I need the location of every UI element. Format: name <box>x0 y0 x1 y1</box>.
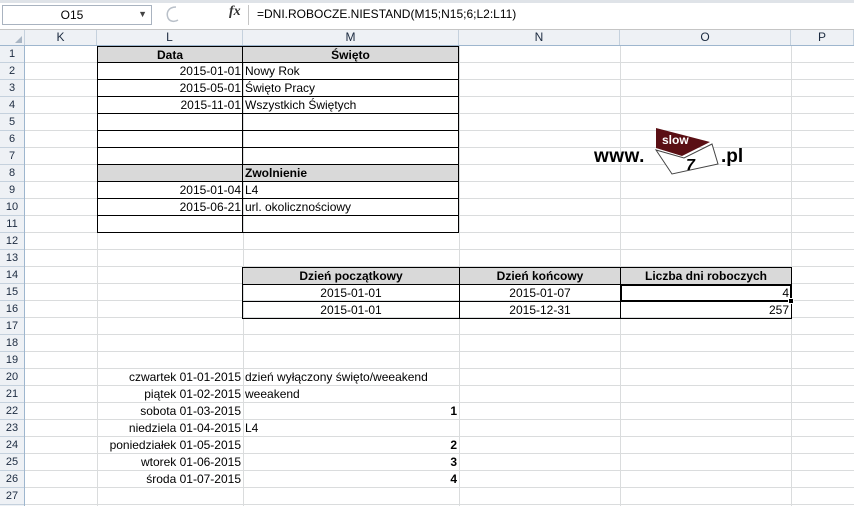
logo-number: 7 <box>686 157 696 174</box>
leave-date-header[interactable] <box>97 164 243 182</box>
calendar-day[interactable]: sobota 01-03-2015 <box>26 403 243 420</box>
column-headers: K L M N O P <box>0 30 854 46</box>
holiday-date[interactable]: 2015-01-01 <box>97 63 243 80</box>
holidays-date-header[interactable]: Data <box>97 46 243 63</box>
leave-date[interactable]: 2015-06-21 <box>97 199 243 216</box>
row-header[interactable]: 22 <box>0 403 24 420</box>
row-header[interactable]: 5 <box>0 114 24 131</box>
logo-top-text: slow <box>662 133 689 147</box>
column-header-n[interactable]: N <box>459 30 620 45</box>
row-header[interactable]: 1 <box>0 46 24 63</box>
calendar-day[interactable]: środa 01-07-2015 <box>26 471 243 488</box>
calendar-day[interactable]: czwartek 01-01-2015 <box>26 369 243 386</box>
logo-mark-icon: slow 7 <box>654 128 719 175</box>
row-header[interactable]: 20 <box>0 369 24 386</box>
holiday-name[interactable]: Nowy Rok <box>243 63 459 80</box>
insert-function-icon[interactable]: fx <box>229 4 241 20</box>
logo-suffix: .pl <box>721 146 744 167</box>
leave-header[interactable]: Zwolnienie <box>242 164 459 182</box>
calendar-value[interactable]: L4 <box>243 420 459 437</box>
row-header[interactable]: 4 <box>0 97 24 114</box>
formula-bar: O15 ▼ fx =DNI.ROBOCZE.NIESTAND(M15;N15;6… <box>0 0 854 30</box>
holidays-name-header[interactable]: Święto <box>242 46 459 63</box>
workdays-count[interactable]: 257 <box>621 302 791 319</box>
active-cell[interactable] <box>620 284 792 302</box>
calendar-value[interactable]: 3 <box>243 454 459 471</box>
row-headers: 1 2 3 4 5 6 7 8 9 10 11 12 13 14 15 16 1… <box>0 46 25 506</box>
column-header-m[interactable]: M <box>243 30 459 45</box>
holiday-date[interactable]: 2015-11-01 <box>97 97 243 114</box>
row-header[interactable]: 15 <box>0 284 24 301</box>
workdays-end[interactable]: 2015-01-07 <box>460 285 620 302</box>
row-header[interactable]: 19 <box>0 352 24 369</box>
column-header-p[interactable]: P <box>791 30 854 45</box>
row-header[interactable]: 26 <box>0 471 24 488</box>
row-header[interactable]: 11 <box>0 216 24 233</box>
holiday-date[interactable]: 2015-05-01 <box>97 80 243 97</box>
workdays-start[interactable]: 2015-01-01 <box>243 285 459 302</box>
calendar-day[interactable]: poniedziałek 01-05-2015 <box>26 437 243 454</box>
logo-prefix: www. <box>594 146 645 167</box>
workdays-header-start[interactable]: Dzień początkowy <box>242 267 460 285</box>
row-header[interactable]: 2 <box>0 63 24 80</box>
column-header-k[interactable]: K <box>25 30 97 45</box>
row-header[interactable]: 27 <box>0 488 24 505</box>
row-header[interactable]: 24 <box>0 437 24 454</box>
calendar-day[interactable]: wtorek 01-06-2015 <box>26 454 243 471</box>
select-all-corner[interactable] <box>0 30 25 45</box>
holiday-name[interactable]: Święto Pracy <box>243 80 459 97</box>
row-header[interactable]: 3 <box>0 80 24 97</box>
row-header[interactable]: 7 <box>0 148 24 165</box>
row-header[interactable]: 21 <box>0 386 24 403</box>
row-header[interactable]: 14 <box>0 267 24 284</box>
workdays-start[interactable]: 2015-01-01 <box>243 302 459 319</box>
formula-cancel-icon <box>166 6 179 23</box>
workdays-end[interactable]: 2015-12-31 <box>460 302 620 319</box>
fill-handle[interactable] <box>788 298 794 304</box>
row-header[interactable]: 23 <box>0 420 24 437</box>
chevron-down-icon[interactable]: ▼ <box>138 9 147 19</box>
row-header[interactable]: 13 <box>0 250 24 267</box>
row-header[interactable]: 17 <box>0 318 24 335</box>
name-box[interactable]: O15 ▼ <box>2 5 152 25</box>
slow7-logo: www. slow 7 .pl <box>594 124 754 180</box>
calendar-value[interactable]: weeakend <box>243 386 459 403</box>
row-header[interactable]: 16 <box>0 301 24 318</box>
calendar-value[interactable]: 1 <box>243 403 459 420</box>
workdays-header-end[interactable]: Dzień końcowy <box>459 267 621 285</box>
column-header-o[interactable]: O <box>620 30 791 45</box>
row-header[interactable]: 10 <box>0 199 24 216</box>
row-header[interactable]: 18 <box>0 335 24 352</box>
row-header[interactable]: 9 <box>0 182 24 199</box>
ribbon-edge <box>0 0 854 3</box>
calendar-value[interactable]: 2 <box>243 437 459 454</box>
leave-name[interactable]: url. okolicznościowy <box>243 199 459 216</box>
name-box-value: O15 <box>60 8 84 22</box>
row-header[interactable]: 25 <box>0 454 24 471</box>
leave-name[interactable]: L4 <box>243 182 459 199</box>
workdays-header-count[interactable]: Liczba dni roboczych <box>620 267 792 285</box>
row-header[interactable]: 6 <box>0 131 24 148</box>
calendar-value[interactable]: 4 <box>243 471 459 488</box>
leave-date[interactable]: 2015-01-04 <box>97 182 243 199</box>
calendar-day[interactable]: niedziela 01-04-2015 <box>26 420 243 437</box>
formula-input[interactable]: =DNI.ROBOCZE.NIESTAND(M15;N15;6;L2:L11) <box>248 5 854 25</box>
holiday-name[interactable]: Wszystkich Świętych <box>243 97 459 114</box>
calendar-day[interactable]: piątek 01-02-2015 <box>26 386 243 403</box>
column-header-l[interactable]: L <box>97 30 243 45</box>
row-header[interactable]: 8 <box>0 165 24 182</box>
row-header[interactable]: 12 <box>0 233 24 250</box>
calendar-value[interactable]: dzień wyłączony święto/weeakend <box>243 369 459 386</box>
